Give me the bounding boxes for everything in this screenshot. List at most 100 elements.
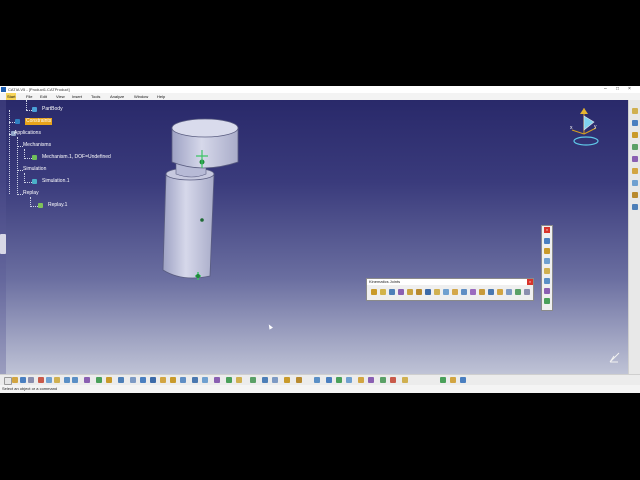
- product-knowledge-icon[interactable]: [440, 377, 446, 383]
- menu-insert[interactable]: Insert: [72, 93, 82, 100]
- gear-joint-icon[interactable]: [488, 289, 494, 295]
- menu-edit[interactable]: Edit: [40, 93, 47, 100]
- tree-simulation[interactable]: Simulation: [23, 166, 46, 173]
- rigid-joint-icon[interactable]: [425, 289, 431, 295]
- save-icon[interactable]: [20, 377, 26, 383]
- law-icon[interactable]: [450, 377, 456, 383]
- normal-view-icon[interactable]: [180, 377, 186, 383]
- swept-volume-icon[interactable]: [544, 288, 550, 294]
- close-button[interactable]: ×: [628, 86, 631, 93]
- joint-more-icon[interactable]: [524, 289, 530, 295]
- simulation-icon-2[interactable]: [544, 248, 550, 254]
- cylinder-part[interactable]: [150, 100, 260, 300]
- universal-joint-icon[interactable]: [470, 289, 476, 295]
- mechanism-analysis-icon[interactable]: [402, 377, 408, 383]
- panel-grip[interactable]: [0, 234, 6, 254]
- tree-replay[interactable]: Replay: [23, 190, 39, 197]
- maximize-button[interactable]: □: [616, 86, 619, 93]
- roll-curve-joint-icon[interactable]: [452, 289, 458, 295]
- annotation-icon[interactable]: [632, 192, 638, 198]
- multi-view-icon[interactable]: [192, 377, 198, 383]
- open-icon[interactable]: [12, 377, 18, 383]
- compile-simulation-icon[interactable]: [544, 258, 550, 264]
- scene-icon[interactable]: [314, 377, 320, 383]
- rack-joint-icon[interactable]: [497, 289, 503, 295]
- planar-joint-icon[interactable]: [416, 289, 422, 295]
- simulation-toolbar[interactable]: ×: [541, 225, 553, 311]
- constraint-icon[interactable]: [632, 156, 638, 162]
- tree-constraints[interactable]: Constraints: [25, 118, 53, 125]
- clash-icon[interactable]: [346, 377, 352, 383]
- tree-simulation1[interactable]: Simulation.1: [42, 178, 70, 185]
- swap-space-icon[interactable]: [236, 377, 242, 383]
- pan-icon[interactable]: [140, 377, 146, 383]
- component-icon[interactable]: [632, 144, 638, 150]
- measure-between-icon[interactable]: [262, 377, 268, 383]
- cylindrical-joint-icon[interactable]: [389, 289, 395, 295]
- menu-help[interactable]: Help: [157, 93, 165, 100]
- menu-analyze[interactable]: Analyze: [110, 93, 124, 100]
- tools-palette-icon[interactable]: [250, 377, 256, 383]
- formula-icon[interactable]: [96, 377, 102, 383]
- slide-curve-joint-icon[interactable]: [443, 289, 449, 295]
- tree-mechanisms[interactable]: Mechanisms: [23, 142, 51, 149]
- distance-icon[interactable]: [358, 377, 364, 383]
- kinematics-toolbar-close-button[interactable]: ×: [527, 279, 533, 285]
- section-icon[interactable]: [368, 377, 374, 383]
- copy-icon[interactable]: [46, 377, 52, 383]
- menu-file[interactable]: File: [26, 93, 32, 100]
- paste-icon[interactable]: [54, 377, 60, 383]
- kinematics-joints-toolbar[interactable]: Kinematics Joints ×: [366, 278, 534, 301]
- snap-icon[interactable]: [296, 377, 302, 383]
- 3d-viewport[interactable]: PartBody Constraints Applications Mechan…: [0, 100, 628, 374]
- track-icon[interactable]: [390, 377, 396, 383]
- iso-view-icon[interactable]: [202, 377, 208, 383]
- undo-icon[interactable]: [64, 377, 70, 383]
- point-surface-joint-icon[interactable]: [461, 289, 467, 295]
- cv-joint-icon[interactable]: [479, 289, 485, 295]
- fit-all-icon[interactable]: [130, 377, 136, 383]
- knowledge-icon[interactable]: [106, 377, 112, 383]
- update-icon[interactable]: [326, 377, 332, 383]
- rotate-icon[interactable]: [150, 377, 156, 383]
- sensor-icon[interactable]: [460, 377, 466, 383]
- minimize-button[interactable]: –: [604, 86, 607, 93]
- menu-start[interactable]: Start: [6, 93, 17, 100]
- redo-icon[interactable]: [72, 377, 78, 383]
- measure-icon[interactable]: [632, 180, 638, 186]
- cut-icon[interactable]: [38, 377, 44, 383]
- compass-icon[interactable]: x y: [566, 104, 602, 146]
- screw-joint-icon[interactable]: [398, 289, 404, 295]
- cable-joint-icon[interactable]: [506, 289, 512, 295]
- new-icon[interactable]: [4, 377, 12, 385]
- tree-mechanism1[interactable]: Mechanism.1, DOF=Undefined: [42, 154, 111, 161]
- sequence-icon[interactable]: [380, 377, 386, 383]
- zoom-in-icon[interactable]: [160, 377, 166, 383]
- explode-icon[interactable]: [632, 204, 638, 210]
- fly-mode-icon[interactable]: [118, 377, 124, 383]
- whats-this-icon[interactable]: [84, 377, 90, 383]
- product-icon[interactable]: [632, 120, 638, 126]
- menu-tools[interactable]: Tools: [91, 93, 100, 100]
- print-icon[interactable]: [28, 377, 34, 383]
- simulate-with-commands-icon[interactable]: [544, 238, 550, 244]
- axis-joint-icon[interactable]: [515, 289, 521, 295]
- tree-applications[interactable]: Applications: [14, 130, 41, 137]
- revolute-joint-icon[interactable]: [371, 289, 377, 295]
- point-curve-joint-icon[interactable]: [434, 289, 440, 295]
- trace-icon[interactable]: [544, 298, 550, 304]
- measure-item-icon[interactable]: [272, 377, 278, 383]
- tree-partbody[interactable]: PartBody: [42, 106, 63, 113]
- spherical-joint-icon[interactable]: [407, 289, 413, 295]
- shading-icon[interactable]: [214, 377, 220, 383]
- prismatic-joint-icon[interactable]: [380, 289, 386, 295]
- menu-view[interactable]: View: [56, 93, 65, 100]
- zoom-out-icon[interactable]: [170, 377, 176, 383]
- tree-replay1[interactable]: Replay.1: [48, 202, 67, 209]
- replay-icon-tool[interactable]: [544, 268, 550, 274]
- simulation-toolbar-close-button[interactable]: ×: [544, 227, 550, 233]
- part-icon[interactable]: [632, 132, 638, 138]
- hide-show-icon[interactable]: [226, 377, 232, 383]
- sketcher-icon[interactable]: [632, 108, 638, 114]
- check-icon[interactable]: [336, 377, 342, 383]
